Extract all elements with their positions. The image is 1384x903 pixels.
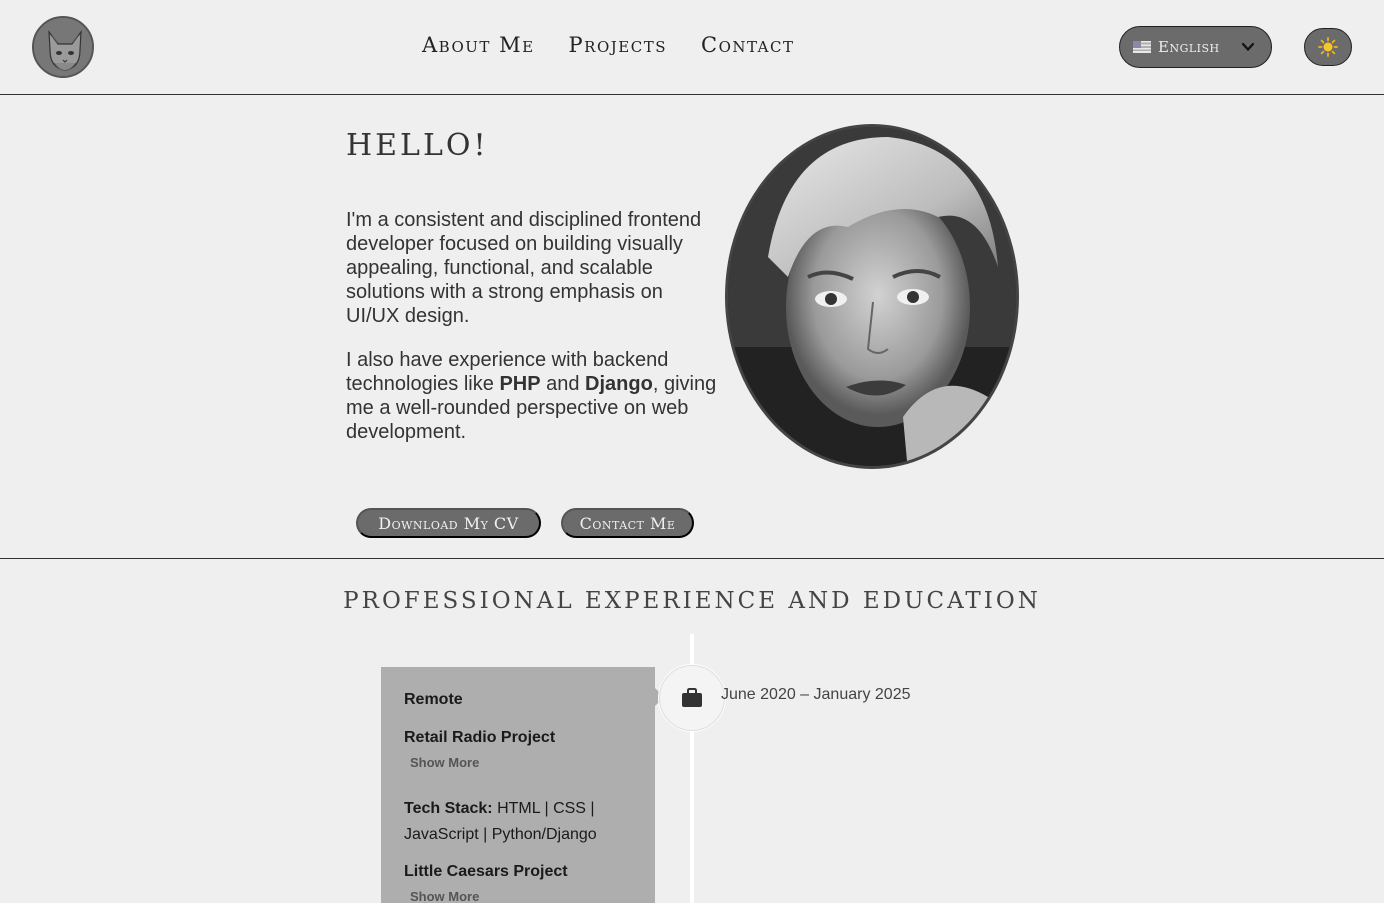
experience-card: Remote Retail Radio Project Show More Te…	[381, 667, 655, 903]
section-divider	[0, 558, 1384, 559]
sun-icon	[1318, 37, 1338, 57]
nav-projects[interactable]: Projects	[569, 33, 667, 57]
intro-text: I'm a consistent and disciplined fronten…	[346, 208, 718, 464]
project-title: Retail Radio Project	[404, 729, 556, 746]
tech-stack-label: Tech Stack:	[404, 800, 493, 817]
experience-section-title: PROFESSIONAL EXPERIENCE AND EDUCATION	[343, 588, 1041, 614]
show-more-link[interactable]: Show More	[410, 889, 632, 903]
hero-title: HELLO!	[346, 128, 489, 163]
site-header: About Me Projects Contact English	[0, 0, 1384, 95]
timeline-marker	[659, 665, 725, 731]
django-highlight: Django	[585, 373, 653, 395]
show-more-link[interactable]: Show More	[410, 755, 632, 770]
cat-logo-icon[interactable]	[32, 16, 94, 78]
us-flag-icon	[1133, 41, 1151, 53]
language-select[interactable]: English	[1119, 26, 1272, 68]
briefcase-icon	[682, 688, 702, 707]
profile-photo	[725, 124, 1019, 469]
download-cv-button[interactable]: Download My CV	[356, 508, 541, 538]
intro-paragraph-1: I'm a consistent and disciplined fronten…	[346, 209, 702, 327]
php-highlight: PHP	[499, 373, 541, 395]
experience-date: June 2020 – January 2025	[721, 686, 911, 703]
intro-paragraph-2: I also have experience with backend tech…	[346, 349, 717, 443]
nav-contact[interactable]: Contact	[701, 33, 795, 57]
nav-about-me[interactable]: About Me	[422, 33, 535, 57]
experience-location: Remote	[404, 691, 463, 708]
theme-toggle-button[interactable]	[1304, 28, 1352, 66]
chevron-down-icon	[1241, 42, 1255, 52]
project-title: Little Caesars Project	[404, 863, 568, 880]
main-nav: About Me Projects Contact	[422, 33, 795, 57]
contact-me-button[interactable]: Contact Me	[561, 508, 694, 538]
tech-stack: Tech Stack: HTML | CSS | JavaScript | Py…	[404, 796, 632, 848]
language-label: English	[1158, 38, 1220, 56]
